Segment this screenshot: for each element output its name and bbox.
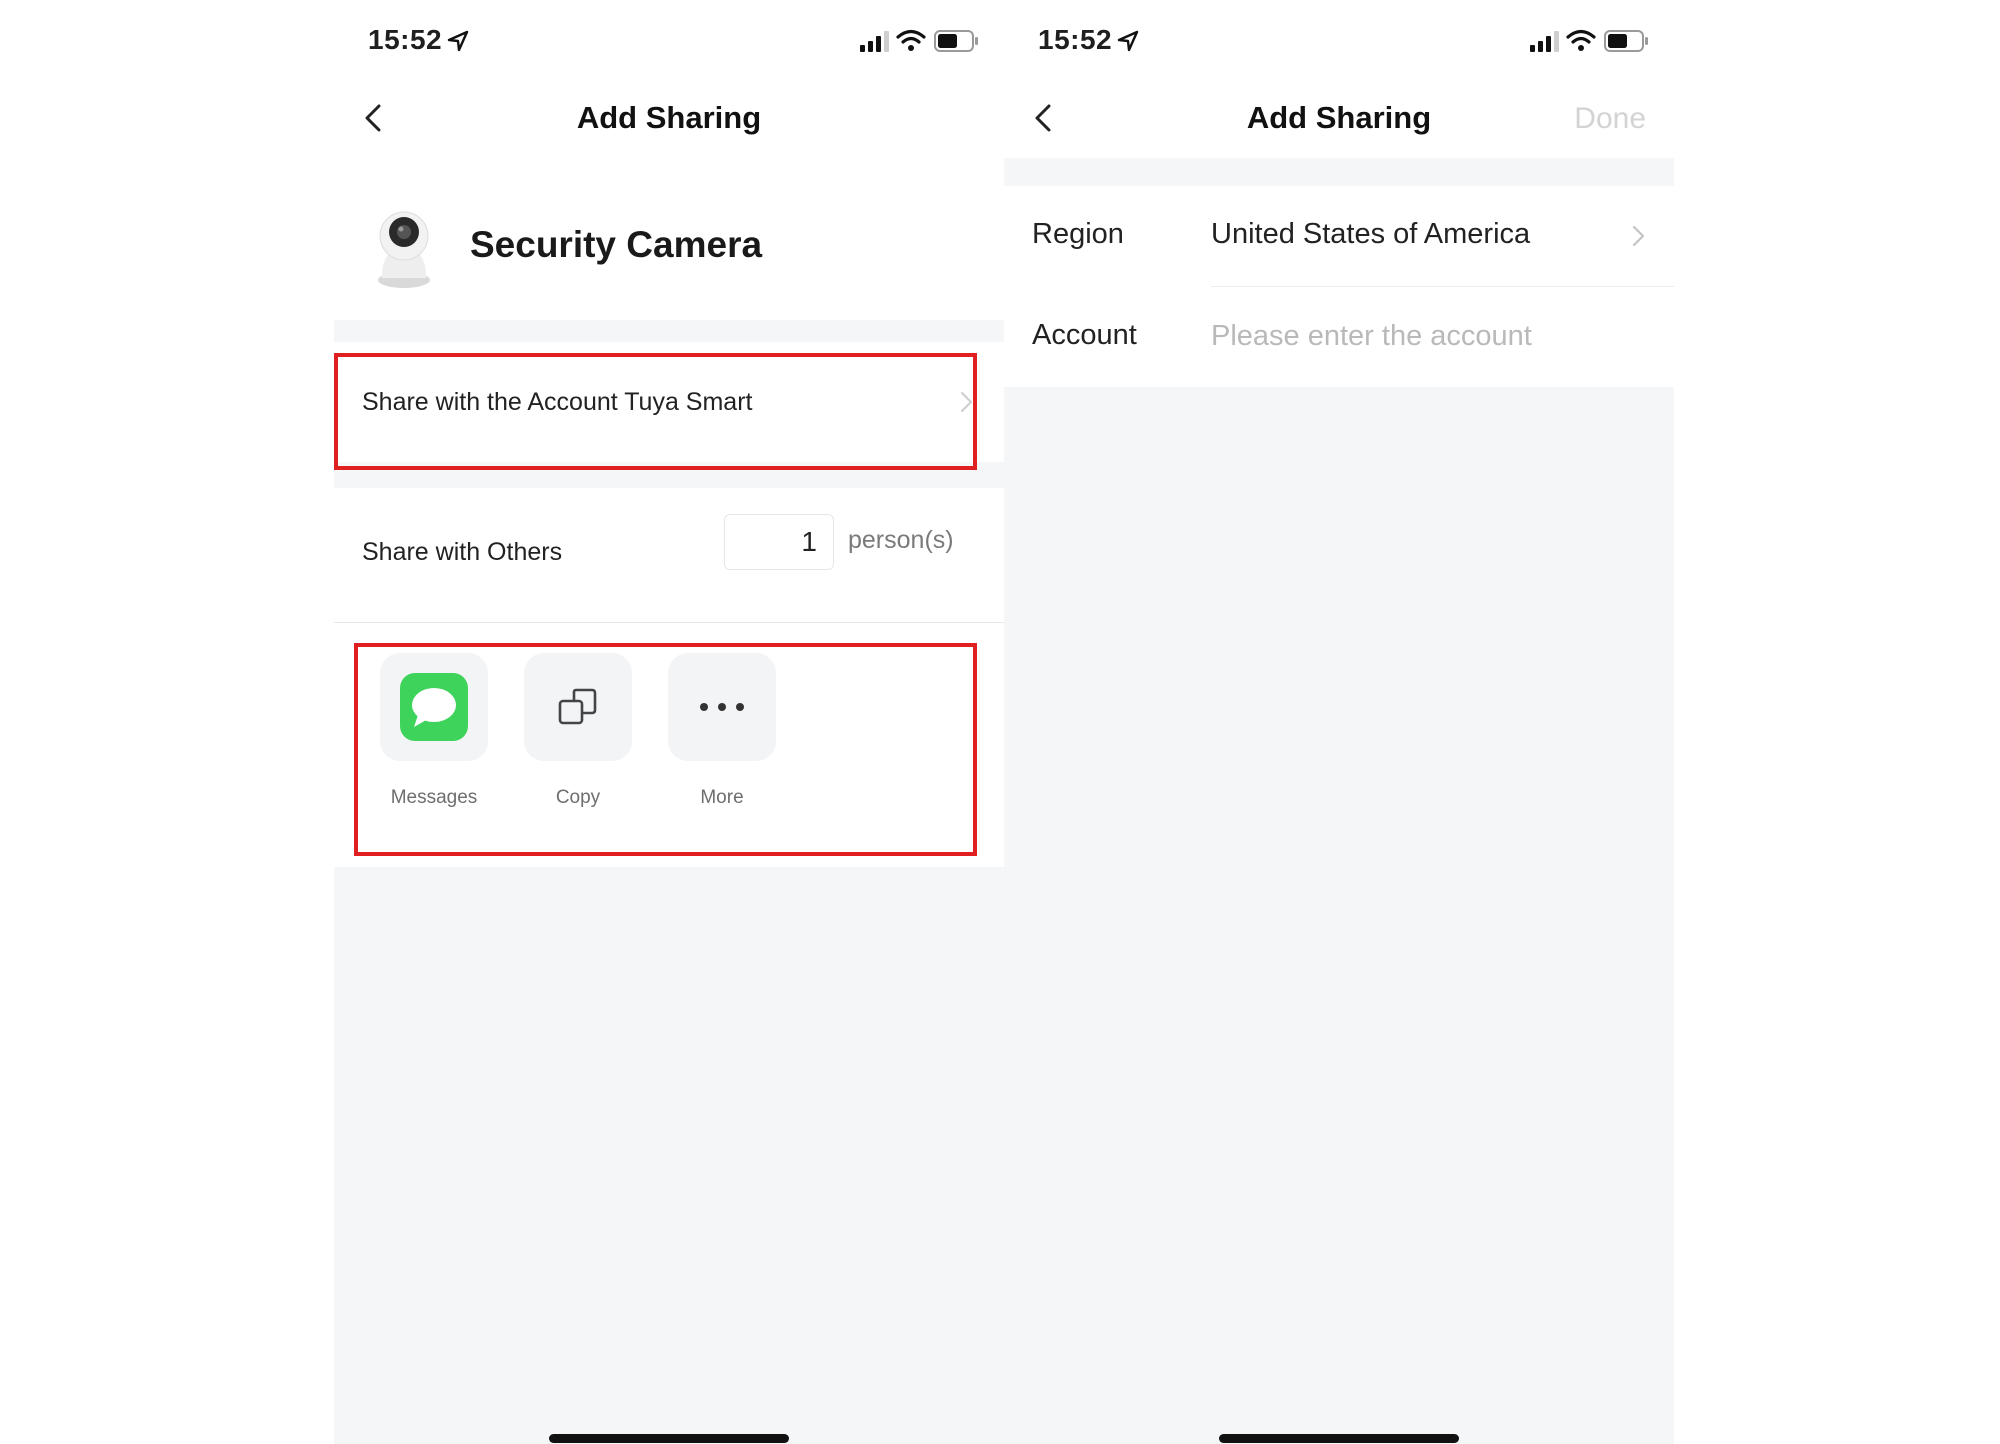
chevron-right-icon xyxy=(1632,225,1645,247)
share-copy-label: Copy xyxy=(555,787,601,808)
share-with-account-label: Share with the Account Tuya Smart xyxy=(362,388,753,416)
status-bar: 15:52 xyxy=(1004,0,1674,80)
messages-icon xyxy=(400,673,468,741)
share-with-others-row: Share with Others 1 person(s) xyxy=(334,488,1004,622)
share-with-others-label: Share with Others xyxy=(362,538,563,566)
section-divider xyxy=(334,462,1004,488)
copy-icon xyxy=(558,688,597,725)
status-bar: 15:52 xyxy=(334,0,1004,80)
share-with-account-row[interactable]: Share with the Account Tuya Smart xyxy=(334,342,1004,462)
account-input[interactable] xyxy=(1211,311,1631,361)
battery-icon xyxy=(934,30,978,52)
status-time: 15:52 xyxy=(368,24,443,55)
region-label: Region xyxy=(1032,218,1124,250)
person-count-input[interactable]: 1 xyxy=(724,514,834,570)
region-row[interactable]: Region United States of America xyxy=(1004,186,1674,286)
left-phone-screen: 15:52 Add Sharing Security Camera Share … xyxy=(334,0,1004,1444)
device-name: Security Camera xyxy=(470,224,763,265)
share-more-label: More xyxy=(700,787,744,808)
account-row: Account xyxy=(1004,287,1674,387)
share-more-button[interactable]: More xyxy=(668,653,776,809)
device-header: Security Camera xyxy=(334,180,1004,320)
empty-background xyxy=(1004,387,1674,1444)
share-messages-label: Messages xyxy=(390,787,478,808)
section-divider xyxy=(334,320,1004,342)
status-time: 15:52 xyxy=(1038,24,1113,55)
home-indicator xyxy=(549,1434,789,1443)
section-divider xyxy=(1004,158,1674,186)
account-label: Account xyxy=(1032,319,1137,351)
share-copy-button[interactable]: Copy xyxy=(524,653,632,809)
cellular-signal-icon xyxy=(1530,31,1559,52)
home-indicator xyxy=(1219,1434,1459,1443)
share-messages-button[interactable]: Messages xyxy=(380,653,488,809)
person-unit-label: person(s) xyxy=(848,526,954,554)
security-camera-icon xyxy=(378,211,430,288)
navigation-bar: Add Sharing Done xyxy=(1004,84,1674,154)
wifi-icon xyxy=(1566,29,1596,51)
more-icon xyxy=(700,703,744,711)
page-title: Add Sharing xyxy=(576,100,762,135)
location-arrow-icon xyxy=(447,30,469,52)
region-value: United States of America xyxy=(1211,218,1531,250)
navigation-bar: Add Sharing xyxy=(334,84,1004,154)
empty-background xyxy=(334,867,1004,1444)
battery-icon xyxy=(1604,30,1648,52)
chevron-right-icon xyxy=(960,391,973,413)
done-button[interactable]: Done xyxy=(1574,102,1646,136)
location-arrow-icon xyxy=(1117,30,1139,52)
cellular-signal-icon xyxy=(860,31,889,52)
share-options-panel: Messages Copy More xyxy=(334,623,1004,867)
right-phone-screen: 15:52 Add Sharing Done Region United Sta… xyxy=(1004,0,1674,1444)
wifi-icon xyxy=(896,29,926,51)
